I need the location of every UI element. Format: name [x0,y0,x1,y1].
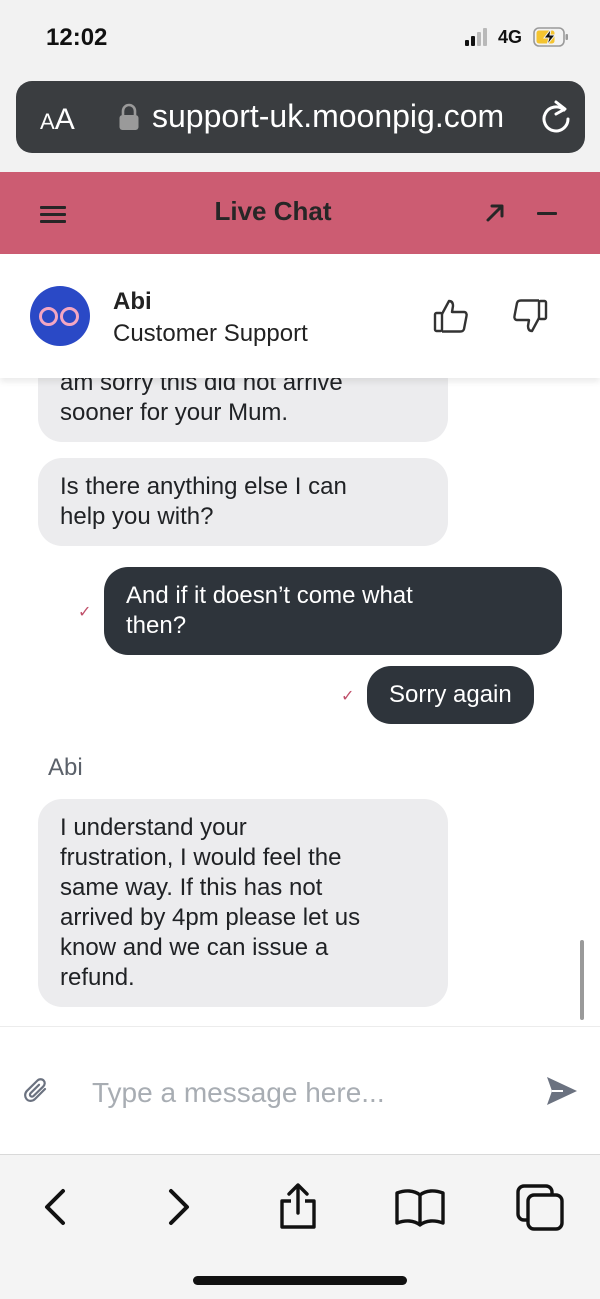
agent-message: I understand your frustration, I would f… [38,799,448,1007]
user-message: Sorry again [367,666,534,724]
delivered-check: ✓ [78,604,92,621]
agent-message: Is there anything else I can help you wi… [38,458,448,546]
forward-icon[interactable] [157,1183,201,1231]
thumbs-down-icon[interactable] [512,298,548,334]
agent-role: Customer Support [113,320,308,347]
address-bar[interactable]: AA support-uk.moonpig.com [16,81,585,153]
tabs-icon[interactable] [515,1183,565,1231]
thumbs-up-icon[interactable] [433,298,469,334]
scrollbar[interactable] [580,940,584,1020]
message-list[interactable]: am sorry this did not arrive sooner for … [0,378,600,1026]
text-size-button[interactable]: AA [40,103,75,137]
send-icon[interactable] [545,1075,579,1107]
lock-icon [119,103,139,130]
delivered-check: ✓ [341,688,355,705]
battery-charging-icon [533,27,568,47]
agent-bar: Abi Customer Support [0,254,600,378]
minimize-icon[interactable] [537,212,557,215]
avatar [30,286,90,346]
browser-toolbar [0,1154,600,1299]
chat-header: Live Chat [0,172,600,254]
screen: 12:02 4G AA support-uk.moonpig.com Live … [0,0,600,1299]
agent-message: am sorry this did not arrive sooner for … [38,378,448,442]
popout-icon[interactable] [484,202,506,224]
agent-name: Abi [113,288,152,315]
bookmarks-icon[interactable] [393,1183,447,1231]
status-time: 12:02 [46,24,108,51]
signal-icon [465,28,491,46]
url-text[interactable]: support-uk.moonpig.com [152,98,524,135]
back-icon[interactable] [33,1183,77,1231]
home-indicator[interactable] [193,1276,407,1285]
message-composer [0,1026,600,1154]
paperclip-icon[interactable] [24,1077,50,1105]
message-input[interactable] [92,1077,512,1109]
share-icon[interactable] [276,1183,320,1231]
chat-title: Live Chat [214,196,332,226]
network-type: 4G [498,27,523,47]
sender-name: Abi [48,754,83,781]
user-message: And if it doesn’t come what then? [104,567,562,655]
reload-icon[interactable] [539,99,573,135]
status-bar: 12:02 4G [0,0,600,70]
